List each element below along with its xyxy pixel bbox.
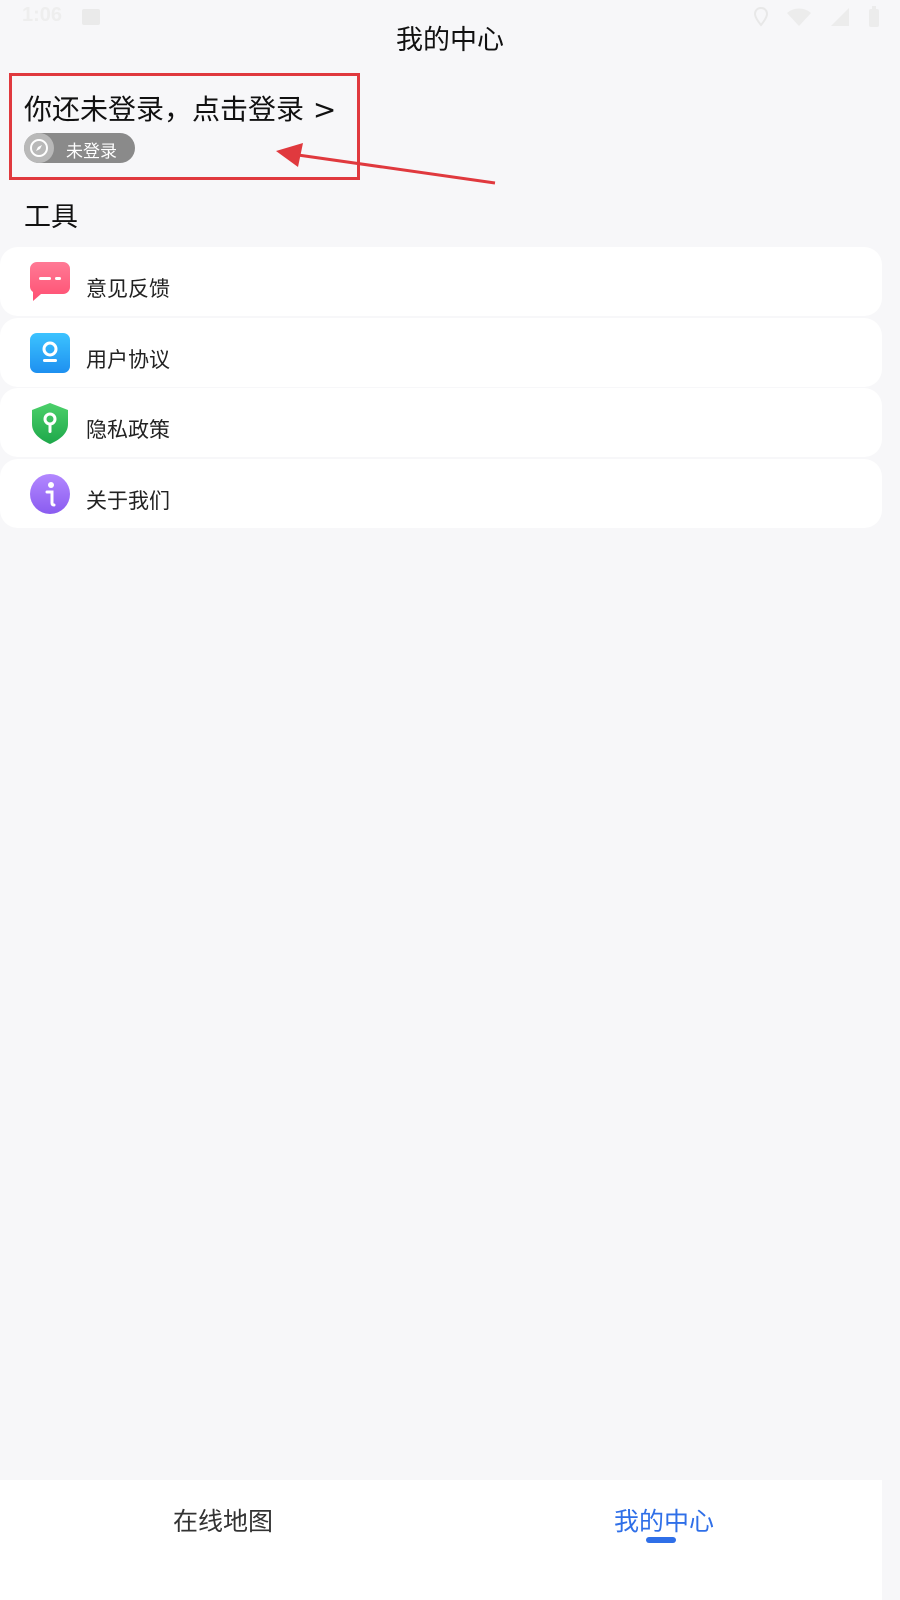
info-icon (29, 473, 71, 515)
menu-item-privacy-policy[interactable]: 隐私政策 (0, 388, 882, 458)
bottom-navigation: 在线地图 我的中心 (0, 1480, 882, 1600)
menu-item-label: 用户协议 (86, 347, 170, 372)
menu-item-label: 隐私政策 (86, 418, 170, 443)
menu-item-about-us[interactable]: 关于我们 (0, 459, 882, 529)
feedback-icon (29, 261, 71, 303)
tools-section-title: 工具 (24, 202, 78, 233)
tab-online-map[interactable]: 在线地图 (173, 1502, 273, 1538)
menu-item-user-agreement[interactable]: 用户协议 (0, 317, 882, 387)
active-tab-indicator (646, 1537, 676, 1543)
menu-item-label: 意见反馈 (86, 277, 170, 301)
annotation-arrow-icon (276, 143, 496, 185)
tools-list: 意见反馈 用户协议 隐私政策 关于我们 (0, 247, 882, 530)
privacy-shield-icon (29, 402, 71, 445)
menu-item-feedback[interactable]: 意见反馈 (0, 247, 882, 316)
user-agreement-icon (29, 332, 71, 374)
tab-my-center[interactable]: 我的中心 (614, 1502, 714, 1538)
menu-item-label: 关于我们 (86, 489, 170, 514)
